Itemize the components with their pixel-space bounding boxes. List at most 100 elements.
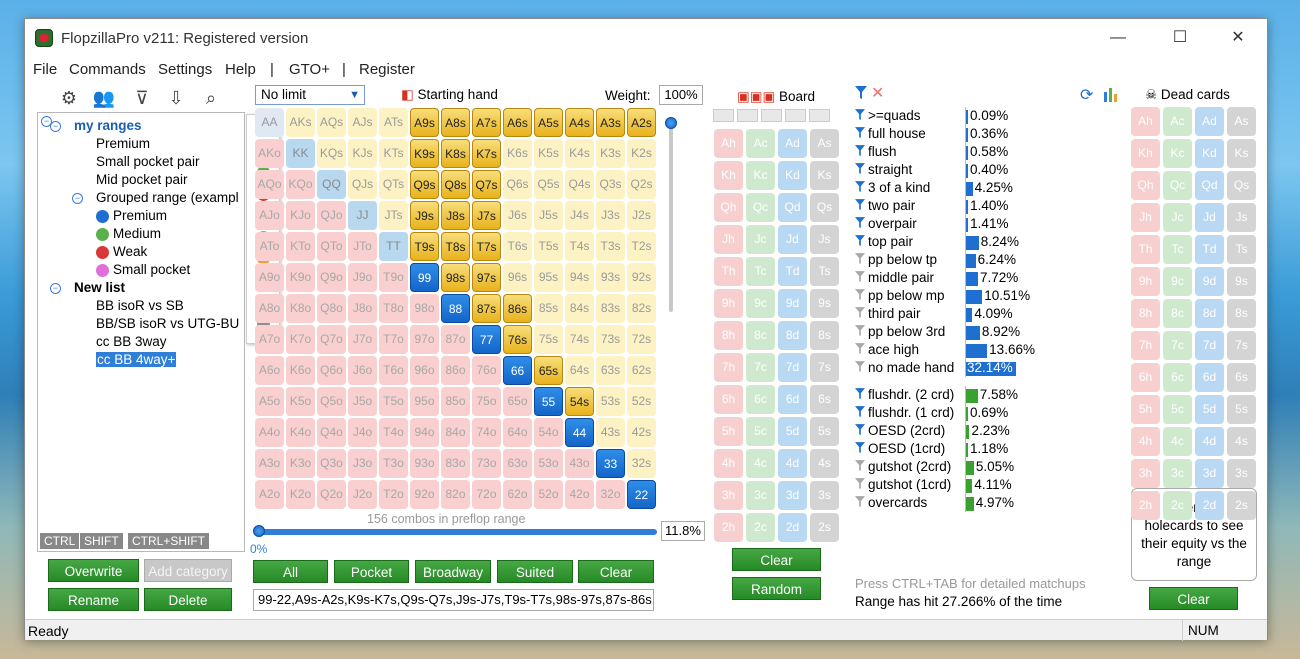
stat-row[interactable]: >=quads 0.09% <box>855 107 1035 125</box>
dead-card-3s[interactable]: 3s <box>1227 459 1256 488</box>
stat-row[interactable]: ace high 13.66% <box>855 341 1035 359</box>
filter-inactive-icon[interactable] <box>855 496 865 508</box>
board-card-Jh[interactable]: Jh <box>714 225 743 254</box>
dead-card-Jh[interactable]: Jh <box>1131 203 1160 232</box>
hand-cell-94o[interactable]: 94o <box>410 418 439 447</box>
filter-active-icon[interactable] <box>855 163 865 175</box>
hand-cell-87o[interactable]: 87o <box>441 325 470 354</box>
board-card-Td[interactable]: Td <box>778 257 807 286</box>
hand-cell-Q9o[interactable]: Q9o <box>317 263 346 292</box>
hand-cell-Q7s[interactable]: Q7s <box>472 170 501 199</box>
hand-cell-QJs[interactable]: QJs <box>348 170 377 199</box>
tree-item[interactable]: cc BB 3way <box>96 334 167 349</box>
board-card-2d[interactable]: 2d <box>778 513 807 542</box>
hand-cell-92s[interactable]: 92s <box>627 263 656 292</box>
hand-cell-Q4s[interactable]: Q4s <box>565 170 594 199</box>
stat-row[interactable]: middle pair 7.72% <box>855 269 1035 287</box>
menu-commands[interactable]: Commands <box>69 61 146 78</box>
dead-card-9c[interactable]: 9c <box>1163 267 1192 296</box>
hand-cell-54s[interactable]: 54s <box>565 387 594 416</box>
hand-cell-93o[interactable]: 93o <box>410 449 439 478</box>
hand-cell-32o[interactable]: 32o <box>596 480 625 509</box>
hand-cell-J8o[interactable]: J8o <box>348 294 377 323</box>
dead-card-9d[interactable]: 9d <box>1195 267 1224 296</box>
hand-cell-J2o[interactable]: J2o <box>348 480 377 509</box>
dead-card-Td[interactable]: Td <box>1195 235 1224 264</box>
hand-cell-72s[interactable]: 72s <box>627 325 656 354</box>
hand-cell-Q8s[interactable]: Q8s <box>441 170 470 199</box>
filter-icon[interactable] <box>855 86 869 102</box>
dead-card-2s[interactable]: 2s <box>1227 491 1256 520</box>
board-random-button[interactable]: Random <box>732 577 821 600</box>
hand-cell-QJo[interactable]: QJo <box>317 201 346 230</box>
filter-active-icon[interactable] <box>855 127 865 139</box>
dead-card-7h[interactable]: 7h <box>1131 331 1160 360</box>
board-card-7d[interactable]: 7d <box>778 353 807 382</box>
hand-cell-A9o[interactable]: A9o <box>255 263 284 292</box>
stat-row[interactable]: overcards 4.97% <box>855 494 1035 512</box>
filter-active-icon[interactable] <box>855 388 865 400</box>
weight-slider[interactable] <box>665 117 677 312</box>
dead-card-4d[interactable]: 4d <box>1195 427 1224 456</box>
collapse-subgroup-icon[interactable]: − <box>72 193 83 204</box>
hand-cell-52s[interactable]: 52s <box>627 387 656 416</box>
hand-cell-A9s[interactable]: A9s <box>410 108 439 137</box>
board-card-Tc[interactable]: Tc <box>746 257 775 286</box>
modifier-key-ctrl-shift[interactable]: CTRL+SHIFT <box>128 533 210 549</box>
filter-inactive-icon[interactable] <box>855 253 865 265</box>
hand-cell-22[interactable]: 22 <box>627 480 656 509</box>
hand-cell-74s[interactable]: 74s <box>565 325 594 354</box>
stat-row[interactable]: no made hand 32.14% <box>855 359 1035 377</box>
hand-cell-A5s[interactable]: A5s <box>534 108 563 137</box>
board-card-9s[interactable]: 9s <box>810 289 839 318</box>
hand-cell-73s[interactable]: 73s <box>596 325 625 354</box>
board-card-Kd[interactable]: Kd <box>778 161 807 190</box>
stat-row[interactable]: flushdr. (1 crd) 0.69% <box>855 404 1035 422</box>
stat-row[interactable]: 3 of a kind 4.25% <box>855 179 1035 197</box>
clear-range-button[interactable]: Clear <box>578 560 654 583</box>
board-card-Ad[interactable]: Ad <box>778 129 807 158</box>
hand-cell-Q7o[interactable]: Q7o <box>317 325 346 354</box>
filter-inactive-icon[interactable] <box>855 478 865 490</box>
hand-cell-72o[interactable]: 72o <box>472 480 501 509</box>
hand-cell-62s[interactable]: 62s <box>627 356 656 385</box>
dead-card-7s[interactable]: 7s <box>1227 331 1256 360</box>
hand-cell-KJs[interactable]: KJs <box>348 139 377 168</box>
hand-cell-76s[interactable]: 76s <box>503 325 532 354</box>
hand-cell-KQo[interactable]: KQo <box>286 170 315 199</box>
hand-cell-A8s[interactable]: A8s <box>441 108 470 137</box>
hand-cell-KTs[interactable]: KTs <box>379 139 408 168</box>
board-card-8s[interactable]: 8s <box>810 321 839 350</box>
hand-cell-K5o[interactable]: K5o <box>286 387 315 416</box>
hand-cell-T9s[interactable]: T9s <box>410 232 439 261</box>
hand-cell-32s[interactable]: 32s <box>627 449 656 478</box>
dead-card-9s[interactable]: 9s <box>1227 267 1256 296</box>
hand-cell-Q6s[interactable]: Q6s <box>503 170 532 199</box>
dead-card-5c[interactable]: 5c <box>1163 395 1192 424</box>
hand-cell-T5o[interactable]: T5o <box>379 387 408 416</box>
board-card-4s[interactable]: 4s <box>810 449 839 478</box>
tree-item[interactable]: cc BB 4way+ <box>96 352 177 367</box>
board-card-Kc[interactable]: Kc <box>746 161 775 190</box>
board-card-6c[interactable]: 6c <box>746 385 775 414</box>
board-card-6d[interactable]: 6d <box>778 385 807 414</box>
stat-row[interactable]: two pair 1.40% <box>855 197 1035 215</box>
stat-row[interactable]: straight 0.40% <box>855 161 1035 179</box>
hand-cell-T2o[interactable]: T2o <box>379 480 408 509</box>
hand-cell-65o[interactable]: 65o <box>503 387 532 416</box>
select-all-button[interactable]: All <box>253 560 328 583</box>
filter-active-icon[interactable] <box>855 235 865 247</box>
hand-cell-88[interactable]: 88 <box>441 294 470 323</box>
board-card-2h[interactable]: 2h <box>714 513 743 542</box>
board-card-5c[interactable]: 5c <box>746 417 775 446</box>
hand-cell-96o[interactable]: 96o <box>410 356 439 385</box>
hand-cell-T5s[interactable]: T5s <box>534 232 563 261</box>
hand-cell-93s[interactable]: 93s <box>596 263 625 292</box>
dead-card-3c[interactable]: 3c <box>1163 459 1192 488</box>
stat-row[interactable]: top pair 8.24% <box>855 233 1035 251</box>
tree-item[interactable]: Grouped range (exampl <box>96 190 239 205</box>
tree-item[interactable]: Medium <box>113 226 161 241</box>
hand-cell-T4o[interactable]: T4o <box>379 418 408 447</box>
dead-card-Jd[interactable]: Jd <box>1195 203 1224 232</box>
hand-cell-KJo[interactable]: KJo <box>286 201 315 230</box>
